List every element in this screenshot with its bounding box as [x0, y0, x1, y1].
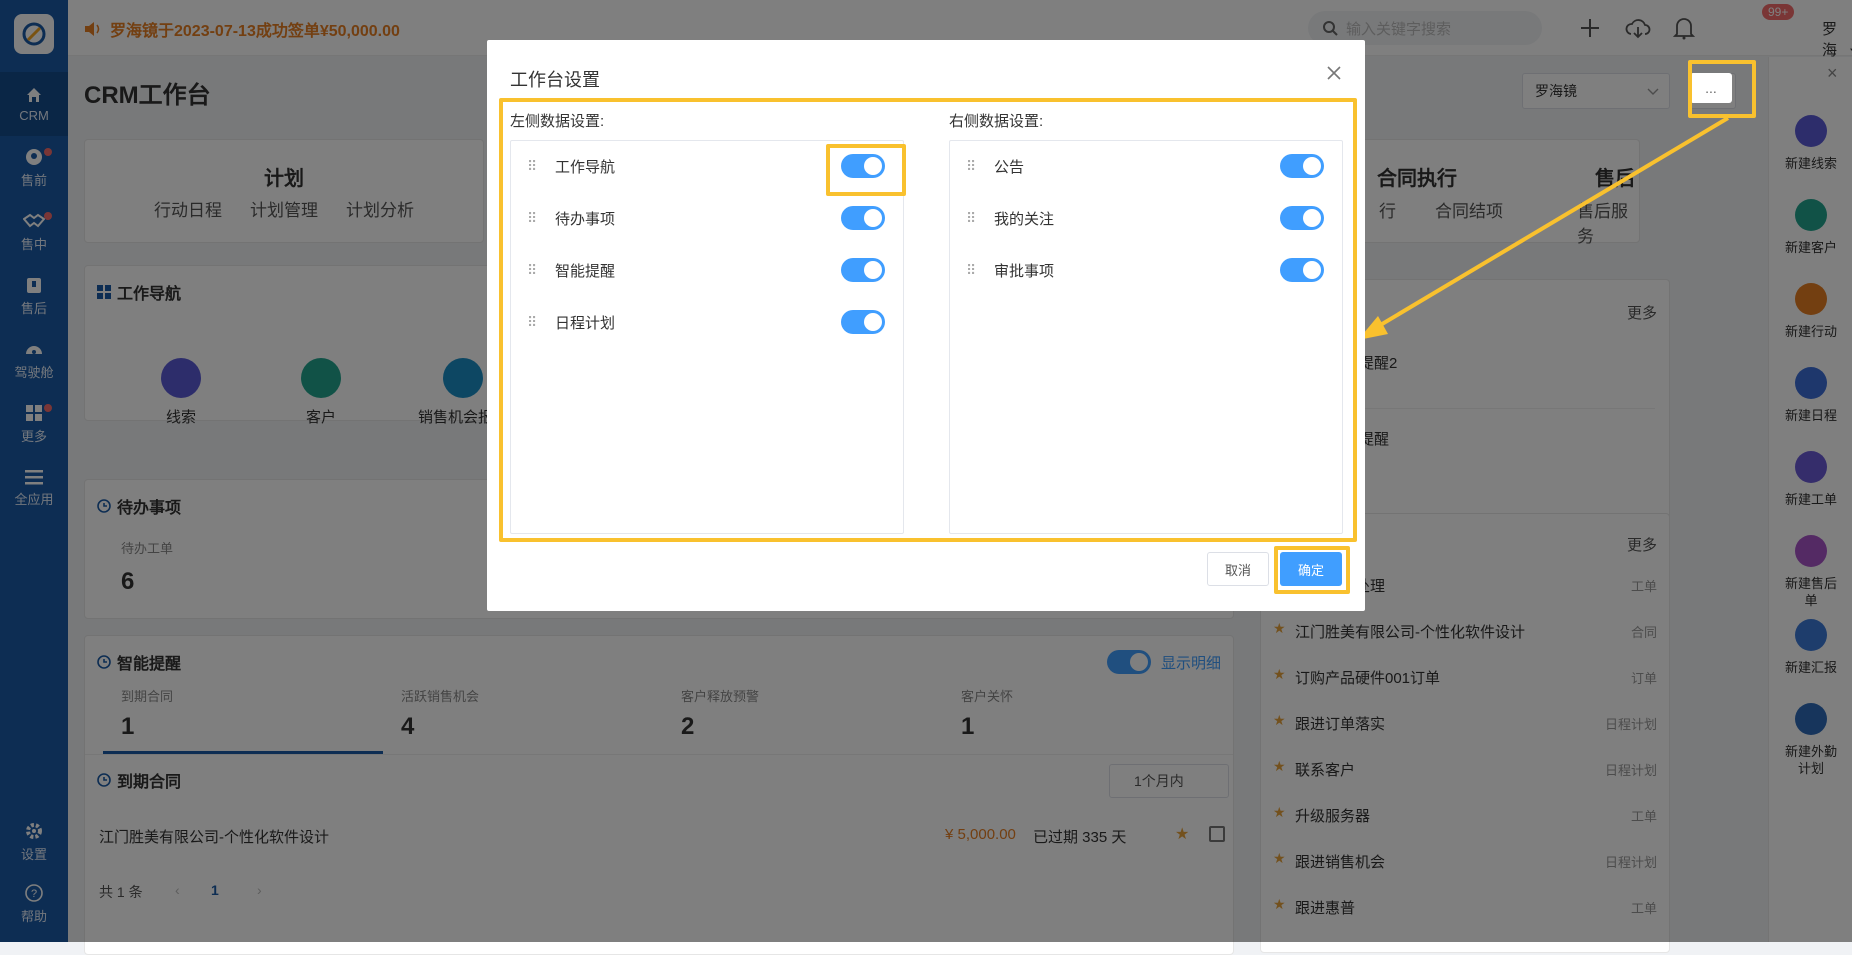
drag-handle-icon[interactable]: ⠿ [527, 262, 537, 279]
drag-handle-icon[interactable]: ⠿ [966, 210, 976, 227]
close-icon[interactable] [1323, 62, 1345, 84]
left-setting-row: ⠿ 待办事项 [511, 203, 903, 233]
setting-label: 待办事项 [555, 210, 616, 228]
toggle-highlight [826, 144, 906, 196]
setting-label: 智能提醒 [555, 262, 616, 280]
setting-label: 我的关注 [994, 210, 1055, 228]
left-setting-row: ⠿ 日程计划 [511, 307, 903, 337]
right-settings-list: ⠿ 公告 ⠿ 我的关注 ⠿ 审批事项 [949, 140, 1343, 534]
left-setting-row: ⠿ 智能提醒 [511, 255, 903, 285]
drag-handle-icon[interactable]: ⠿ [527, 158, 537, 175]
setting-toggle[interactable] [841, 258, 885, 282]
drag-handle-icon[interactable]: ⠿ [527, 314, 537, 331]
drag-handle-icon[interactable]: ⠿ [527, 210, 537, 227]
right-setting-row: ⠿ 公告 [950, 151, 1342, 181]
right-settings-label: 右侧数据设置: [949, 113, 1044, 130]
right-setting-row: ⠿ 审批事项 [950, 255, 1342, 285]
confirm-highlight [1274, 546, 1350, 594]
setting-toggle[interactable] [1280, 154, 1324, 178]
highlight-box [1688, 60, 1756, 118]
setting-toggle[interactable] [841, 206, 885, 230]
workspace-settings-dialog: 工作台设置 左侧数据设置: 右侧数据设置: ⠿ 工作导航 ⠿ 待办事项 ⠿ 智能提醒 ⠿ 日程… [487, 40, 1365, 611]
setting-label: 审批事项 [994, 262, 1055, 280]
setting-label: 公告 [994, 158, 1025, 176]
setting-toggle[interactable] [1280, 206, 1324, 230]
setting-label: 日程计划 [555, 314, 616, 332]
drag-handle-icon[interactable]: ⠿ [966, 262, 976, 279]
setting-toggle[interactable] [1280, 258, 1324, 282]
dialog-title: 工作台设置 [510, 70, 600, 90]
left-settings-label: 左侧数据设置: [510, 113, 605, 130]
cancel-button[interactable]: 取消 [1207, 552, 1269, 586]
setting-toggle[interactable] [841, 310, 885, 334]
drag-handle-icon[interactable]: ⠿ [966, 158, 976, 175]
left-settings-list: ⠿ 工作导航 ⠿ 待办事项 ⠿ 智能提醒 ⠿ 日程计划 [510, 140, 904, 534]
setting-label: 工作导航 [555, 158, 616, 176]
right-setting-row: ⠿ 我的关注 [950, 203, 1342, 233]
